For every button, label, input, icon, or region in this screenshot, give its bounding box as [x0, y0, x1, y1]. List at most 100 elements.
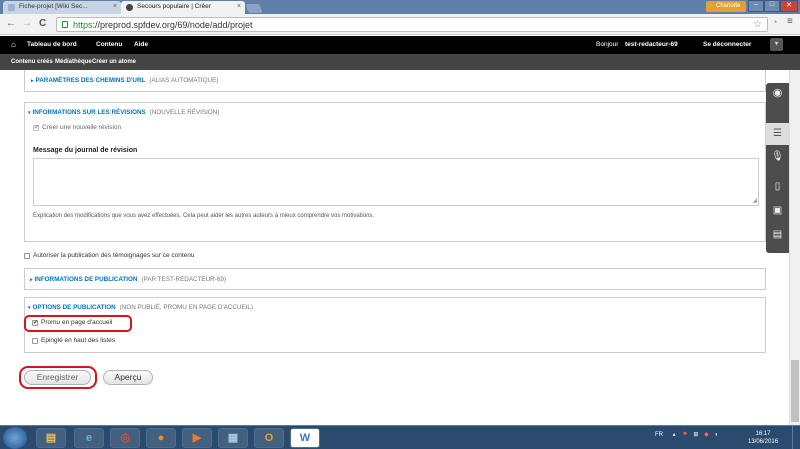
url-scheme: https: [73, 20, 93, 30]
home-icon[interactable]: ⌂: [11, 40, 16, 49]
side-widget-panel: ◉ ☰ 🎙 ▯ ▣ ▤: [766, 83, 789, 253]
sticky-checkbox[interactable]: [32, 338, 38, 344]
publishing-fieldset: ▾ Options de publication (Non publié, prom…: [24, 297, 766, 353]
page-scrollbar[interactable]: [789, 70, 800, 425]
collapsed-caret-icon: ▸: [31, 78, 34, 84]
toggle-shortcuts-button[interactable]: ▾: [770, 38, 783, 51]
media-icon[interactable]: ▶: [182, 428, 212, 448]
browser-menu-icon[interactable]: ≡: [787, 16, 793, 27]
shortcut-media[interactable]: Médiathèque: [55, 59, 92, 65]
tab-title: Secours populaire | Créer: [137, 3, 211, 10]
browser-toolbar: ← → C https://preprod.spfdev.org/69/node…: [0, 14, 800, 35]
resize-handle-icon[interactable]: ◢: [752, 197, 757, 204]
clock-date: 13/06/2016: [748, 439, 779, 445]
testimonies-label: Autoriser la publication des témoignages…: [33, 252, 195, 259]
publishing-legend[interactable]: ▾ Options de publication (Non publié, prom…: [28, 304, 253, 311]
revision-legend[interactable]: ▾ Informations sur les révisions (Nouvelle…: [28, 109, 219, 116]
new-revision-label: Créer une nouvelle révision: [42, 124, 122, 131]
forward-button[interactable]: →: [22, 18, 32, 29]
list-icon[interactable]: ☰: [766, 123, 789, 145]
legend-summary: (Par test-redacteur-69): [141, 276, 226, 283]
authoring-legend[interactable]: ▸ Informations de publication (Par test-re…: [30, 276, 226, 283]
record-icon[interactable]: ◉: [766, 86, 789, 99]
legend-title: Options de publication: [32, 304, 116, 311]
toolbar-content[interactable]: Contenu: [96, 41, 122, 48]
volume-icon[interactable]: ◖: [714, 432, 718, 438]
windows-taskbar: ▤ e ◎ ● ▶ ▦ O W FR ▴ ⚑ ⊞ ◆ ◖ 16:17 13/06…: [0, 425, 800, 449]
drupal-favicon-icon: [126, 4, 133, 11]
shortcuts-bar: Contenu créés Médiathèque Créer un atome: [0, 54, 800, 70]
promote-label: Promu en page d'accueil: [41, 319, 113, 326]
toolbar-help[interactable]: Aide: [134, 41, 148, 48]
close-tab-icon[interactable]: ×: [113, 3, 117, 10]
legend-summary: (Alias automatique): [149, 77, 219, 84]
extension-icon[interactable]: ◔: [772, 17, 777, 27]
browser-tab-wiki[interactable]: Fiche-projet [Wiki Sec... ×: [3, 1, 121, 14]
lock-icon: [62, 21, 68, 28]
legend-title: Informations sur les révisions: [32, 109, 146, 116]
clock[interactable]: 16:17 13/06/2016: [748, 430, 778, 446]
toolbar-dashboard[interactable]: Tableau de bord: [27, 41, 77, 48]
document-icon[interactable]: ▯: [766, 181, 789, 192]
clapperboard-icon[interactable]: ▤: [766, 229, 789, 240]
clock-time: 16:17: [755, 431, 771, 437]
promote-checkbox[interactable]: ✔: [32, 320, 38, 326]
security-icon[interactable]: ◆: [704, 432, 709, 438]
minimize-button[interactable]: –: [748, 0, 764, 12]
remote-desktop-icon[interactable]: ▦: [218, 428, 248, 448]
url-path: ://preprod.spfdev.org/69/node/add/projet: [92, 20, 253, 30]
close-window-button[interactable]: ✕: [780, 0, 798, 12]
expanded-caret-icon: ▾: [28, 305, 31, 311]
close-tab-icon[interactable]: ×: [237, 3, 241, 10]
authoring-fieldset: ▸ Informations de publication (Par test-re…: [24, 268, 766, 290]
tab-title: Fiche-projet [Wiki Sec...: [19, 3, 88, 10]
admin-toolbar: ⌂ Tableau de bord Contenu Aide Bonjour t…: [0, 36, 800, 54]
start-button[interactable]: [3, 427, 27, 449]
url-paths-fieldset: ▸ Paramètres des chemins d'URL (Alias auto…: [24, 70, 766, 92]
expanded-caret-icon: ▾: [28, 110, 31, 116]
username-link[interactable]: test-redacteur-69: [625, 41, 678, 48]
address-bar[interactable]: https://preprod.spfdev.org/69/node/add/p…: [56, 17, 768, 32]
maximize-button[interactable]: □: [764, 0, 780, 12]
shortcut-content-created[interactable]: Contenu créés: [11, 59, 53, 65]
flag-icon[interactable]: ⚑: [682, 432, 687, 438]
browser-tabstrip: Fiche-projet [Wiki Sec... × Secours popu…: [0, 0, 800, 14]
network-icon[interactable]: ⊞: [693, 432, 698, 438]
wiki-favicon-icon: [8, 4, 15, 11]
word-icon[interactable]: W: [290, 428, 320, 448]
revision-log-textarea[interactable]: ◢: [33, 158, 759, 206]
scrollbar-thumb[interactable]: [791, 360, 799, 422]
image-icon[interactable]: ▣: [766, 205, 789, 216]
revision-log-help: Explication des modifications que vous a…: [33, 213, 375, 219]
ie-icon[interactable]: e: [74, 428, 104, 448]
legend-summary: (Non publié, promu en page d'accueil): [119, 304, 254, 311]
preview-button[interactable]: Aperçu: [103, 370, 153, 385]
shortcut-create-atom[interactable]: Créer un atome: [92, 59, 136, 65]
firefox-icon[interactable]: ●: [146, 428, 176, 448]
save-button[interactable]: Enregistrer: [24, 370, 91, 385]
browser-tab-secours[interactable]: Secours populaire | Créer ×: [121, 1, 245, 14]
explorer-icon[interactable]: ▤: [36, 428, 66, 448]
reload-button[interactable]: C: [39, 18, 46, 29]
language-indicator[interactable]: FR: [655, 432, 663, 438]
greeting-text: Bonjour: [596, 41, 619, 48]
legend-summary: (Nouvelle révision): [149, 109, 220, 116]
revision-log-label: Message du journal de révision: [33, 147, 138, 154]
legend-title: Informations de publication: [34, 276, 138, 283]
chrome-icon[interactable]: ◎: [110, 428, 140, 448]
url-text: https://preprod.spfdev.org/69/node/add/p…: [73, 20, 252, 30]
url-paths-legend[interactable]: ▸ Paramètres des chemins d'URL (Alias auto…: [31, 77, 218, 84]
profile-badge[interactable]: Charlotte: [706, 1, 746, 12]
bookmark-star-icon[interactable]: ☆: [753, 19, 762, 30]
logout-link[interactable]: Se déconnecter: [703, 41, 751, 48]
outlook-icon[interactable]: O: [254, 428, 284, 448]
show-desktop-button[interactable]: [792, 426, 800, 449]
testimonies-checkbox[interactable]: [24, 253, 30, 259]
microphone-icon[interactable]: 🎙: [766, 151, 789, 162]
new-revision-checkbox[interactable]: ✔: [33, 125, 39, 131]
new-tab-button[interactable]: [245, 4, 263, 13]
sticky-label: Epinglé en haut des listes: [41, 337, 116, 344]
back-button[interactable]: ←: [6, 18, 16, 29]
tray-expand-icon[interactable]: ▴: [673, 432, 676, 438]
legend-title: Paramètres des chemins d'URL: [35, 77, 146, 84]
